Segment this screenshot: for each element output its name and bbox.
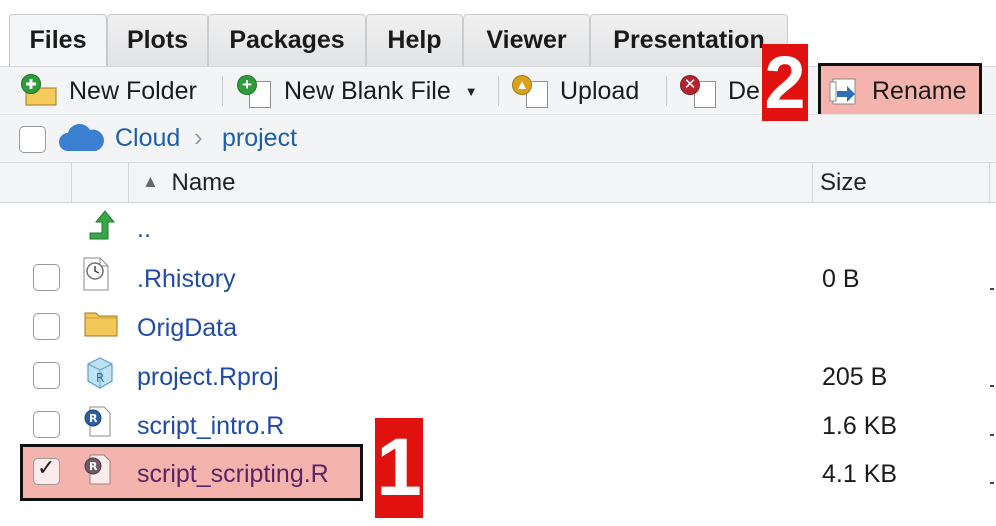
svg-text:R: R	[89, 460, 98, 473]
tab-help[interactable]: Help	[366, 14, 463, 66]
toolbar-separator	[666, 76, 667, 106]
callout-step-1: 1	[375, 418, 423, 518]
file-name[interactable]: project.Rproj	[137, 363, 279, 392]
file-name-parent[interactable]: ..	[137, 215, 151, 244]
new-folder-label: New Folder	[69, 76, 197, 105]
column-divider	[71, 163, 72, 203]
file-name[interactable]: OrigData	[137, 314, 237, 343]
row-checkbox[interactable]	[33, 411, 60, 438]
size-column-header[interactable]: Size	[820, 169, 867, 197]
sort-ascending-icon: ▲	[142, 172, 159, 191]
r-script-icon: R	[82, 404, 112, 443]
row-edge-mark	[990, 385, 994, 387]
file-row[interactable]: R script_intro.R 1.6 KB	[0, 400, 996, 449]
delete-icon: ✕	[678, 67, 720, 115]
column-divider	[812, 163, 813, 203]
file-list-header: ▲ Name Size	[0, 162, 996, 203]
file-row[interactable]: R project.Rproj 205 B	[0, 351, 996, 400]
breadcrumb-cloud[interactable]: Cloud	[115, 124, 180, 153]
upload-button[interactable]: ▲ Upload	[510, 67, 639, 115]
file-size: 205 B	[822, 363, 888, 391]
file-size: 1.6 KB	[822, 412, 898, 440]
new-blank-file-button[interactable]: + New Blank File ▼	[235, 67, 478, 115]
new-blank-file-icon: +	[235, 67, 277, 115]
chevron-right-icon: ›	[194, 122, 203, 152]
history-file-icon	[82, 257, 110, 296]
row-edge-mark	[990, 288, 994, 290]
file-name[interactable]: script_intro.R	[137, 412, 284, 441]
row-edge-mark	[990, 434, 994, 436]
name-column-label: Name	[171, 169, 236, 196]
file-size: 0 B	[822, 265, 860, 293]
column-divider	[128, 163, 129, 203]
new-folder-button[interactable]: New Folder	[20, 67, 197, 115]
delete-button[interactable]: ✕ De	[678, 67, 760, 115]
tab-packages[interactable]: Packages	[208, 14, 366, 66]
select-all-checkbox[interactable]	[19, 126, 46, 153]
files-toolbar: New Folder + New Blank File ▼ ▲ Upload ✕…	[0, 63, 996, 119]
toolbar-separator	[222, 76, 223, 106]
file-row-selected[interactable]: ✓ R script_scripting.R 4.1 KB	[0, 444, 996, 501]
chevron-down-icon[interactable]: ▼	[465, 84, 478, 99]
row-checkbox-checked[interactable]: ✓	[33, 455, 60, 485]
file-size: 4.1 KB	[822, 460, 898, 488]
rename-icon	[821, 66, 865, 116]
r-script-icon: R	[82, 452, 112, 491]
file-name[interactable]: .Rhistory	[137, 265, 236, 294]
upload-icon: ▲	[510, 67, 552, 115]
column-divider	[989, 163, 990, 203]
tab-files[interactable]: Files	[9, 14, 107, 66]
name-column-header[interactable]: ▲ Name	[142, 169, 236, 197]
file-name[interactable]: script_scripting.R	[137, 460, 329, 489]
breadcrumb: Cloud › project	[0, 114, 996, 162]
file-row-parent[interactable]: ..	[0, 205, 996, 254]
new-folder-icon	[20, 67, 64, 115]
tab-presentation[interactable]: Presentation	[590, 14, 788, 66]
check-icon: ✓	[37, 455, 56, 480]
pane-tab-bar: Files Plots Packages Help Viewer Present…	[0, 0, 996, 66]
row-edge-mark	[990, 482, 994, 484]
rename-button[interactable]: Rename	[818, 63, 982, 119]
arrow-up-icon	[86, 209, 118, 248]
breadcrumb-project[interactable]: project	[222, 124, 297, 153]
folder-icon	[84, 309, 118, 342]
rename-label: Rename	[872, 76, 967, 105]
callout-step-2: 2	[762, 44, 808, 121]
delete-label: De	[728, 76, 760, 105]
row-checkbox[interactable]	[33, 362, 60, 389]
tab-plots[interactable]: Plots	[107, 14, 208, 66]
row-checkbox[interactable]	[33, 264, 60, 291]
cloud-icon	[58, 121, 104, 160]
rproj-cube-icon: R	[85, 356, 115, 395]
tab-viewer[interactable]: Viewer	[463, 14, 590, 66]
row-checkbox[interactable]	[33, 313, 60, 340]
svg-text:R: R	[96, 371, 104, 385]
upload-label: Upload	[560, 76, 640, 105]
new-blank-file-label: New Blank File	[284, 76, 451, 105]
file-row[interactable]: .Rhistory 0 B	[0, 253, 996, 302]
svg-text:R: R	[89, 412, 98, 425]
toolbar-separator	[498, 76, 499, 106]
file-row[interactable]: OrigData	[0, 302, 996, 351]
